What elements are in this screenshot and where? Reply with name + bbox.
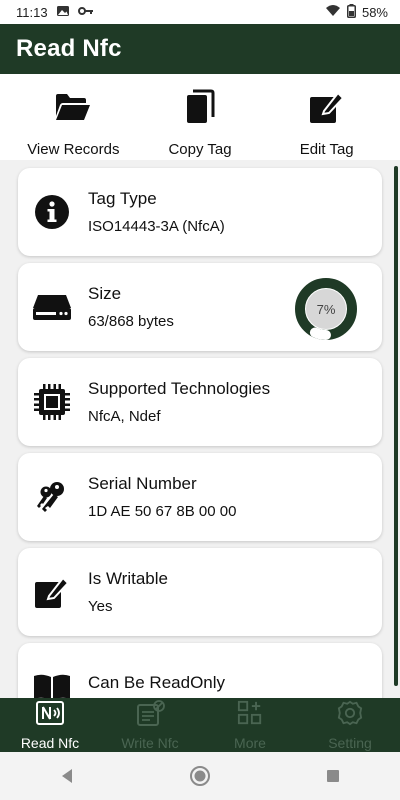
page-title: Read Nfc	[16, 35, 122, 62]
keys-icon	[32, 477, 72, 517]
card-title: Is Writable	[88, 569, 168, 588]
card-title: Tag Type	[88, 189, 157, 208]
nav-label: More	[234, 734, 266, 751]
nav-read-nfc[interactable]: Read Nfc	[0, 698, 100, 752]
card-can-be-readonly: Can Be ReadOnly	[18, 643, 382, 698]
nav-label: Setting	[328, 734, 372, 751]
battery-icon	[346, 3, 356, 21]
home-icon[interactable]	[180, 756, 220, 796]
grid-plus-icon	[236, 700, 264, 731]
wifi-icon	[325, 4, 341, 20]
edit-icon	[308, 80, 346, 131]
nav-label: Read Nfc	[20, 734, 80, 751]
image-icon	[56, 4, 70, 21]
status-bar: 11:13 58%	[0, 0, 400, 24]
card-title: Serial Number	[88, 474, 197, 493]
battery-percent: 58%	[361, 4, 388, 20]
nav-setting[interactable]: Setting	[300, 698, 400, 752]
nav-label: Write Nfc	[121, 734, 179, 751]
edit-square-icon	[32, 572, 72, 612]
card-value: Yes	[88, 598, 113, 615]
edit-tag-button[interactable]: Edit Tag	[263, 80, 390, 160]
scrollbar[interactable]	[394, 166, 398, 686]
folder-open-icon	[54, 80, 92, 131]
hard-drive-icon	[32, 287, 72, 327]
card-title: Size	[88, 284, 122, 303]
nfc-card-icon	[35, 700, 65, 731]
key-icon	[77, 5, 94, 20]
info-icon	[32, 192, 72, 232]
card-value: 63/868 bytes	[88, 313, 174, 330]
recents-icon[interactable]	[313, 756, 353, 796]
copy-tag-label: Copy Tag	[168, 141, 232, 158]
view-records-button[interactable]: View Records	[10, 80, 137, 160]
write-nfc-icon	[135, 699, 165, 731]
copy-tag-button[interactable]: Copy Tag	[137, 80, 264, 160]
app-bar: Read Nfc	[0, 24, 400, 74]
card-value: 1D AE 50 67 8B 00 00	[88, 503, 237, 520]
status-time: 11:13	[16, 4, 48, 20]
view-records-label: View Records	[27, 141, 120, 158]
bottom-nav: Read Nfc Write Nfc More Setting	[0, 698, 400, 752]
nav-write-nfc[interactable]: Write Nfc	[100, 698, 200, 752]
copy-icon	[185, 80, 215, 131]
chip-icon	[32, 382, 72, 422]
edit-tag-label: Edit Tag	[299, 141, 354, 158]
tag-info-list[interactable]: Tag Type ISO14443-3A (NfcA) Size 63/868 …	[0, 160, 400, 698]
card-title: Supported Technologies	[88, 379, 271, 398]
storage-progress-label: 7%	[316, 301, 336, 317]
book-icon	[32, 667, 72, 698]
card-size: Size 63/868 bytes 7%	[18, 263, 382, 351]
nav-more[interactable]: More	[200, 698, 300, 752]
back-icon[interactable]	[47, 756, 87, 796]
card-tag-type: Tag Type ISO14443-3A (NfcA)	[18, 168, 382, 256]
system-nav-bar	[0, 752, 400, 800]
card-title: Can Be ReadOnly	[88, 672, 226, 692]
action-row: View Records Copy Tag Edit Tag	[0, 80, 400, 160]
card-value: NfcA, Ndef	[88, 408, 161, 425]
card-is-writable: Is Writable Yes	[18, 548, 382, 636]
settings-icon	[336, 700, 364, 731]
card-serial-number: Serial Number 1D AE 50 67 8B 00 00	[18, 453, 382, 541]
card-supported-technologies: Supported Technologies NfcA, Ndef	[18, 358, 382, 446]
card-value: ISO14443-3A (NfcA)	[88, 218, 225, 235]
